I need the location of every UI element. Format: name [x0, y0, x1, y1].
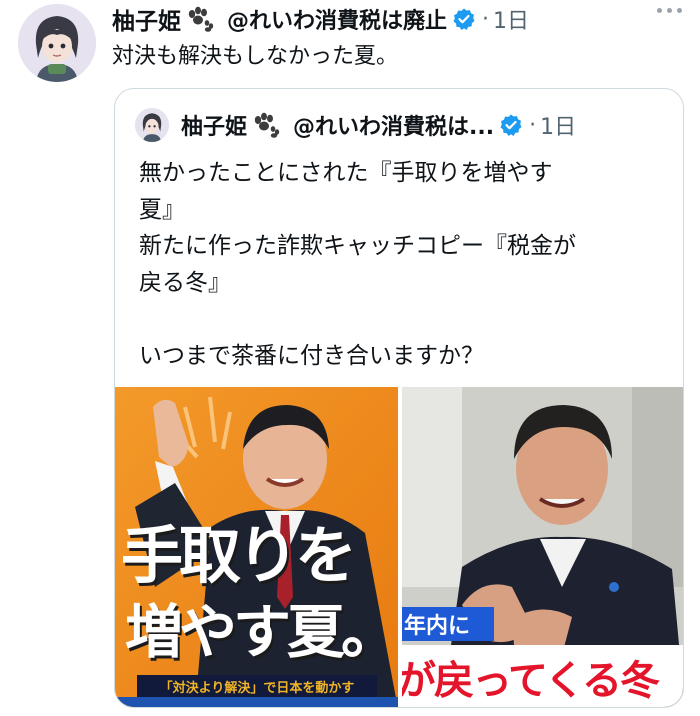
quoted-avatar[interactable] [135, 108, 169, 142]
author-handle[interactable]: @れいわ消費税は廃止 [227, 3, 447, 35]
more-options-icon[interactable] [657, 8, 682, 13]
tweet-header: 柚子姫 @れいわ消費税は廃止 · 1日 [112, 2, 529, 36]
quoted-text-line [139, 301, 669, 338]
tv-caption-blue-text: 年内に [404, 614, 471, 639]
quoted-author-handle[interactable]: @れいわ消費税は... [293, 109, 494, 141]
media-image-tv[interactable]: 年内に が戻ってくる冬 [402, 387, 683, 707]
media-image-poster[interactable]: 手取りを 増やす夏。 「対決より解決」で日本を動かす [115, 387, 398, 707]
quoted-tweet[interactable]: 柚子姫 @れいわ消費税は... · 1日 無かったことにされた『手取りを増やす … [114, 88, 684, 708]
author-name[interactable]: 柚子姫 [112, 2, 181, 36]
separator-dot: · [482, 6, 490, 32]
verified-badge-icon [452, 7, 476, 31]
quoted-text-line: 戻る冬』 [139, 269, 231, 296]
poster-slogan: 「対決より解決」で日本を動かす [159, 680, 355, 696]
quoted-text-line: 新たに作った詐欺キャッチコピー『税金が [139, 233, 576, 259]
quoted-tweet-header: 柚子姫 @れいわ消費税は... · 1日 [135, 107, 576, 143]
tv-caption-red-bar: が戻ってくる冬 [402, 645, 683, 707]
paw-icon [251, 112, 281, 138]
tv-caption-blue: 年内に [402, 607, 494, 641]
poster-slogan-bar: 「対決より解決」で日本を動かす [137, 675, 377, 697]
timestamp[interactable]: 1日 [493, 3, 529, 35]
poster-bottom-strip [115, 697, 398, 707]
verified-badge-icon [499, 113, 523, 137]
avatar[interactable] [18, 4, 96, 82]
tweet-text: 対決も解決もしなかった夏。 [112, 44, 399, 69]
poster-headline-bottom: 増やす夏。 [125, 598, 398, 666]
paw-icon [185, 6, 215, 32]
quoted-text-line: 夏』 [139, 196, 185, 223]
tv-caption-red-text: が戻ってくる冬 [402, 658, 660, 704]
separator-dot: · [529, 112, 537, 138]
quoted-tweet-text: 無かったことにされた『手取りを増やす 夏』 新たに作った詐欺キャッチコピー『税金… [139, 155, 669, 374]
media-grid: 手取りを 増やす夏。 「対決より解決」で日本を動かす 年内に が戻ってくる冬 [115, 387, 683, 707]
quoted-author-name[interactable]: 柚子姫 [181, 109, 247, 141]
quoted-text-line: いつまで茶番に付き合いますか？ [139, 342, 484, 369]
quoted-timestamp[interactable]: 1日 [540, 109, 576, 141]
poster-headline-top: 手取りを [121, 519, 357, 592]
quoted-text-line: 無かったことにされた『手取りを増やす [139, 160, 553, 186]
